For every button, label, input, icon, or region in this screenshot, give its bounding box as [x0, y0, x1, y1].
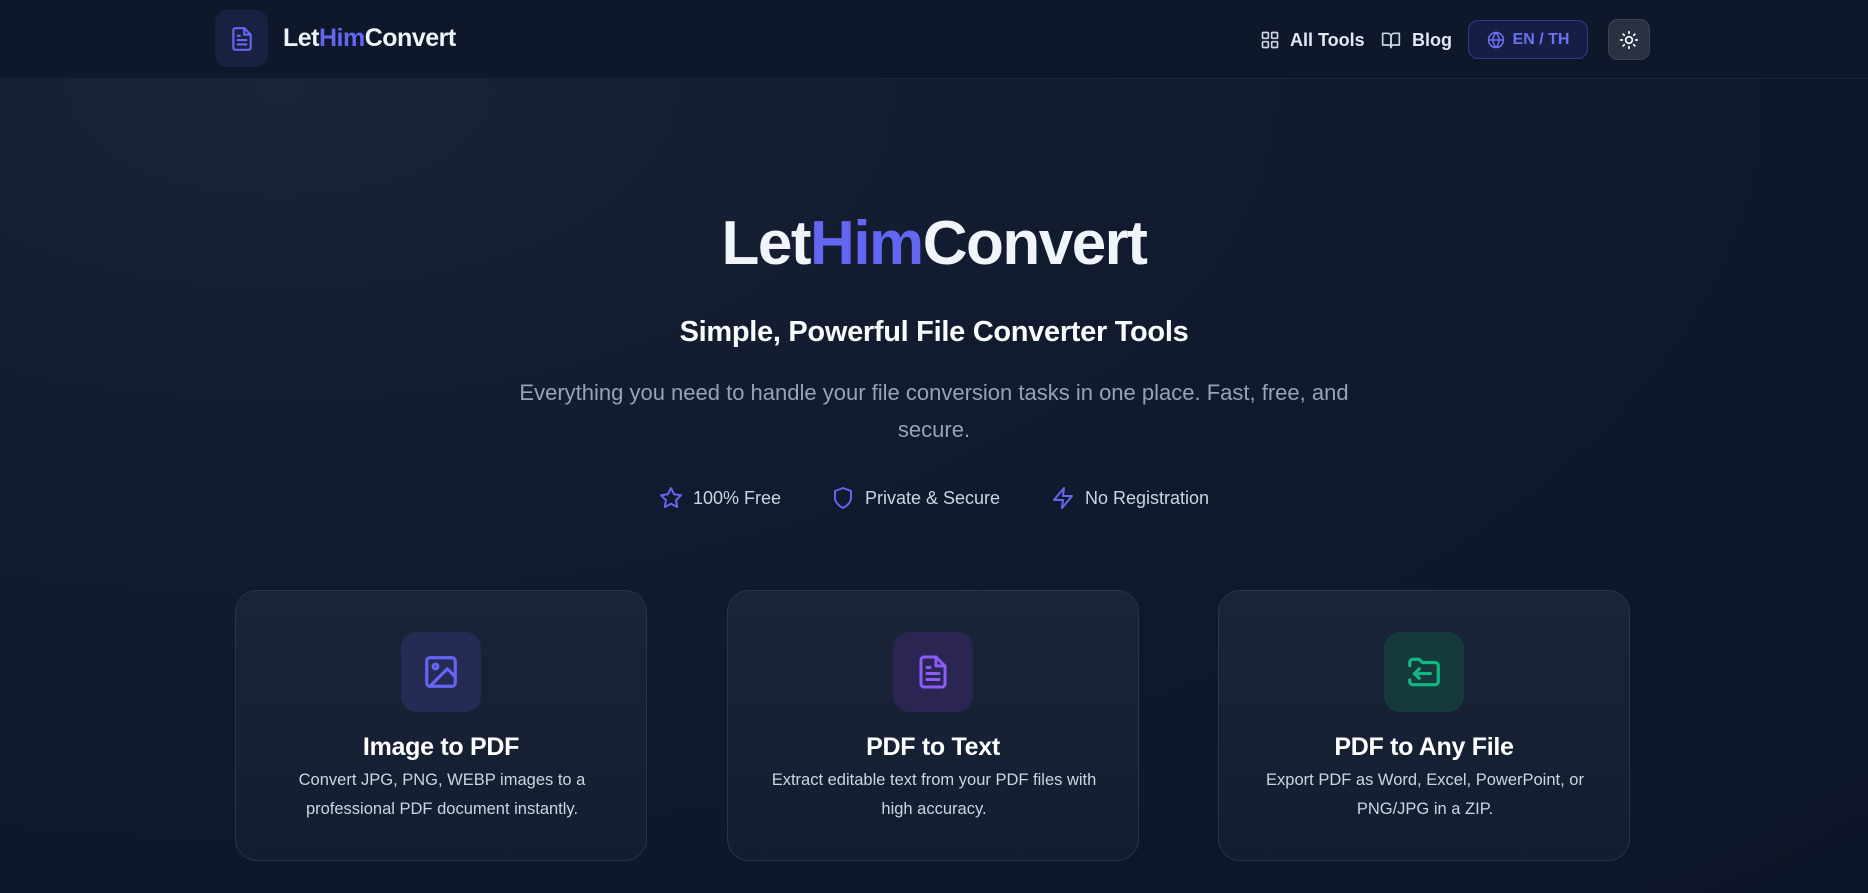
language-label: EN / TH [1512, 30, 1570, 48]
nav-blog-label: Blog [1412, 29, 1452, 50]
feature-no-registration-label: No Registration [1085, 487, 1210, 508]
hero-title: LetHimConvert [0, 206, 1868, 282]
feature-free: 100% Free [659, 486, 781, 510]
tool-card-image-to-pdf[interactable]: Image to PDF Convert JPG, PNG, WEBP imag… [235, 590, 647, 861]
lightning-icon [1053, 487, 1073, 509]
tool-card-pdf-to-any-file[interactable]: PDF to Any File Export PDF as Word, Exce… [1218, 590, 1630, 861]
card-title: PDF to Text [866, 733, 1000, 761]
nav-all-tools-label: All Tools [1290, 29, 1365, 50]
star-icon [660, 487, 682, 508]
globe-icon [1487, 30, 1504, 49]
card-title: Image to PDF [362, 733, 520, 761]
hero-title-part3: Convert [922, 209, 1148, 278]
card-description: Export PDF as Word, Excel, PowerPoint, o… [1266, 771, 1584, 818]
document-icon [893, 632, 973, 712]
feature-no-registration: No Registration [1051, 486, 1209, 510]
book-open-icon [1381, 32, 1401, 49]
image-icon [401, 632, 481, 712]
brand-logo-link[interactable]: LetHimConvert [215, 10, 456, 67]
tool-card-pdf-to-text[interactable]: PDF to Text Extract editable text from y… [727, 590, 1139, 861]
hero-title-part2: Him [810, 209, 924, 278]
feature-private-label: Private & Secure [865, 487, 1001, 508]
language-switcher-button[interactable]: EN / TH [1468, 20, 1588, 59]
card-description: Extract editable text from your PDF file… [771, 771, 1097, 818]
brand-name-part2: Him [319, 24, 365, 52]
feature-free-label: 100% Free [693, 487, 782, 508]
theme-toggle-button[interactable] [1608, 19, 1650, 60]
grid-icon [1261, 31, 1279, 49]
feature-highlights: 100% Free Private & Secure No Registrati… [0, 486, 1868, 512]
hero-description: Everything you need to handle your file … [519, 380, 1349, 442]
top-navbar: LetHimConvert All Tools Blog EN / TH [0, 0, 1868, 79]
hero-subtitle: Simple, Powerful File Converter Tools [679, 316, 1189, 348]
shield-icon [834, 487, 852, 509]
nav-blog[interactable]: Blog [1380, 20, 1452, 60]
sun-icon [1619, 30, 1639, 49]
brand-name-part1: Let [283, 24, 320, 52]
nav-all-tools[interactable]: All Tools [1260, 20, 1365, 60]
brand-name-part3: Convert [364, 24, 456, 52]
feature-private: Private & Secure [831, 486, 1000, 510]
brand-name: LetHimConvert [283, 24, 456, 53]
card-description: Convert JPG, PNG, WEBP images to a profe… [298, 771, 586, 818]
card-title: PDF to Any File [1334, 733, 1514, 761]
document-icon [215, 10, 268, 67]
hero-title-part1: Let [721, 209, 812, 278]
folder-export-icon [1384, 632, 1464, 712]
